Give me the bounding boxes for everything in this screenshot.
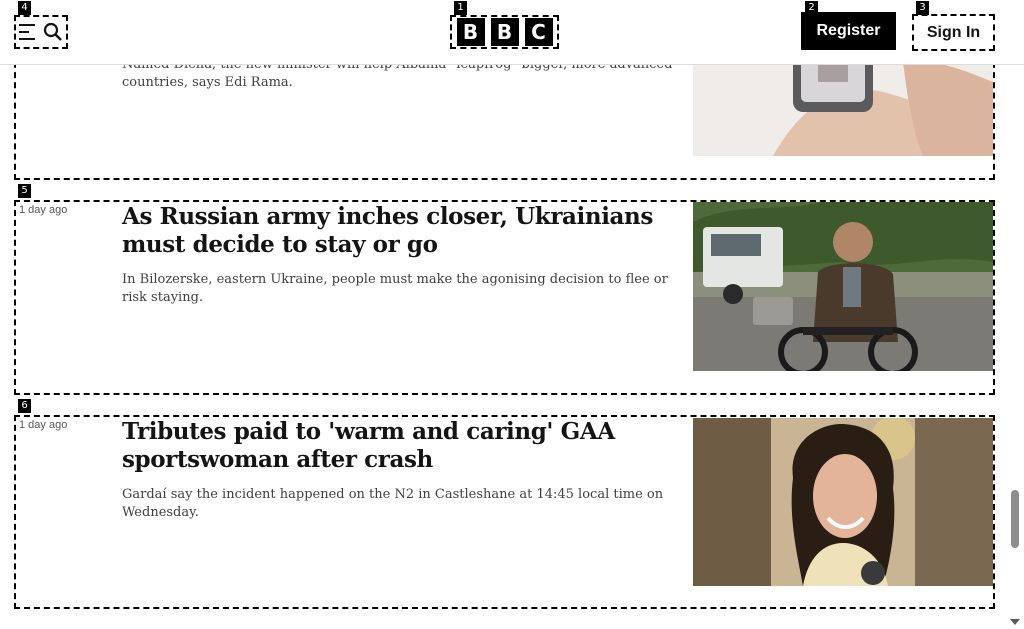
site-header: B B C Register Sign In [0,0,1024,65]
sign-in-button[interactable]: Sign In [912,14,995,51]
scroll-down-arrow-icon[interactable] [1010,619,1020,625]
element-marker-badge: 5 [18,184,31,198]
article-card[interactable]: 1 day ago Tributes paid to 'warm and car… [14,415,995,609]
article-summary: In Bilozerske, eastern Ukraine, people m… [122,272,668,305]
article-thumbnail[interactable] [693,418,993,586]
logo-letter: B [456,18,485,46]
woman-portrait-image [693,418,993,586]
element-marker-badge: 4 [18,1,31,15]
page-scrollbar[interactable] [1006,65,1024,629]
article-headline[interactable]: As Russian army inches closer, Ukrainian… [122,203,682,259]
element-marker-badge: 6 [18,399,31,413]
article-timestamp: 1 day ago [19,419,68,431]
article-headline[interactable]: Tributes paid to 'warm and caring' GAA s… [122,418,682,474]
scrollbar-thumb[interactable] [1011,490,1019,548]
logo-letter: C [524,18,553,46]
bbc-logo[interactable]: B B C [450,15,559,49]
menu-search-button[interactable] [14,15,68,49]
hamburger-menu-icon [19,24,35,40]
man-on-bicycle-image [693,202,993,371]
article-summary: Gardaí say the incident happened on the … [122,487,664,520]
article-card[interactable]: 1 day ago As Russian army inches closer,… [14,200,995,395]
search-icon [43,22,62,41]
logo-letter: B [490,18,519,46]
article-timestamp: 1 day ago [19,204,68,216]
element-marker-badge: 1 [454,1,467,15]
article-thumbnail[interactable] [693,202,993,371]
element-marker-badge: 2 [805,1,818,15]
register-button[interactable]: Register [801,12,896,50]
element-marker-badge: 3 [916,1,929,15]
